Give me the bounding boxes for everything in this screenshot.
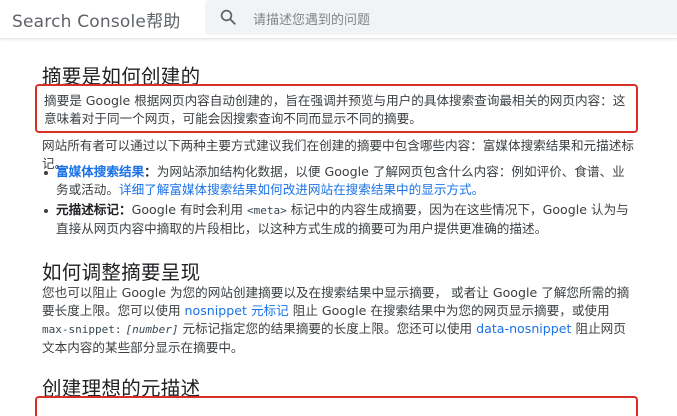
bullet-term: 元描述标记 <box>56 202 119 217</box>
adjust-paragraph: 您也可以阻止 Google 为您的网站创建摘要以及在搜索结果中显示摘要， 或者让… <box>42 284 636 357</box>
highlighted-paragraph: 摘要是 Google 根据网页内容自动创建的，旨在强调并预览与用户的具体搜索查询… <box>44 93 626 126</box>
search-icon[interactable] <box>219 8 237 26</box>
bullet-meta-description: 元描述标记：Google 有时会利用 <meta> 标记中的内容生成摘要，因为在… <box>56 201 634 238</box>
bullet-colon: ： <box>144 164 157 179</box>
bullet-dot <box>44 171 48 175</box>
highlight-box <box>35 396 638 416</box>
bullet-rich-results: 富媒体搜索结果：为网站添加结构化数据，以便 Google 了解网页包含什么内容：… <box>56 163 634 199</box>
max-snippet-code: max-snippet: <box>42 323 122 336</box>
search-input[interactable]: 请描述您遇到的问题 <box>253 9 370 28</box>
learn-more-rich-results-link[interactable]: 详细了解富媒体搜索结果如何改进网站在搜索结果中的显示方式。 <box>119 182 484 197</box>
meta-code: <meta> <box>246 204 287 217</box>
paragraph-text: 元标记指定您的结果摘要的长度上限。您还可以使用 <box>178 321 477 336</box>
article-body: 摘要是如何创建的 摘要是 Google 根据网页内容自动创建的，旨在强调并预览与… <box>0 38 677 416</box>
bullet-dot <box>44 209 48 213</box>
section-title-adjust-snippet: 如何调整摘要呈现 <box>42 261 201 284</box>
bullet-text: Google 有时会利用 <box>131 202 247 217</box>
top-bar: Search Console帮助 请描述您遇到的问题 <box>0 0 677 39</box>
bullet-colon: ： <box>118 202 132 217</box>
number-code: [number] <box>125 323 179 336</box>
rich-results-link[interactable]: 富媒体搜索结果 <box>56 164 144 179</box>
paragraph-text: 阻止 Google 在搜索结果中为您的网页显示摘要，或使用 <box>288 303 610 318</box>
data-nosnippet-link[interactable]: data-nosnippet <box>476 321 571 336</box>
nosnippet-link[interactable]: nosnippet 元标记 <box>185 303 289 318</box>
help-center-title[interactable]: Search Console帮助 <box>12 7 181 32</box>
search-box[interactable]: 请描述您遇到的问题 <box>205 0 677 35</box>
